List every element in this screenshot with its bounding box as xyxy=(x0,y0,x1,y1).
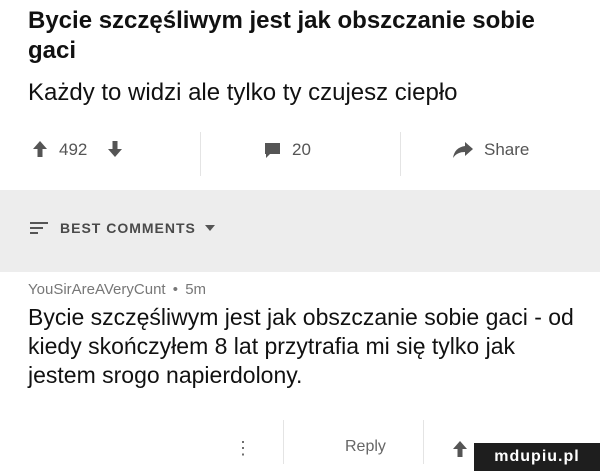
comment-meta: YouSirAreAVeryCunt • 5m xyxy=(28,281,206,298)
arrow-up-icon xyxy=(453,441,467,457)
share-label: Share xyxy=(484,140,530,159)
sort-lines-icon xyxy=(30,222,48,234)
downvote-button[interactable] xyxy=(107,140,123,158)
post-action-bar: 492 20 Share xyxy=(0,122,600,182)
meta-separator: • xyxy=(172,281,179,298)
post-subtitle: Każdy to widzi ale tylko ty czujesz ciep… xyxy=(28,79,458,106)
vote-count: 492 xyxy=(59,140,88,159)
action-divider xyxy=(200,132,201,176)
share-button[interactable]: Share xyxy=(452,140,529,160)
comment-upvote-button[interactable] xyxy=(452,440,468,463)
reply-button[interactable]: Reply xyxy=(345,438,386,456)
comment-text: Bycie szczęśliwym jest jak obszczanie so… xyxy=(28,304,574,388)
sort-dropdown[interactable]: BEST COMMENTS xyxy=(30,220,215,236)
watermark-text: mdupiu.pl xyxy=(494,448,580,465)
site-watermark: mdupiu.pl xyxy=(474,443,600,471)
post-title: Bycie szczęśliwym jest jak obszczanie so… xyxy=(28,7,535,64)
share-icon xyxy=(453,142,473,158)
comments-sort-bar: BEST COMMENTS xyxy=(0,190,600,272)
arrow-up-icon xyxy=(33,141,47,157)
comment-author[interactable]: YouSirAreAVeryCunt xyxy=(28,281,166,298)
upvote-button[interactable] xyxy=(32,140,48,158)
sort-label: BEST COMMENTS xyxy=(60,220,196,236)
comments-button[interactable]: 20 xyxy=(264,140,311,160)
comment-age: 5m xyxy=(185,281,207,298)
caret-down-icon xyxy=(204,225,215,231)
comment-icon xyxy=(265,142,280,158)
reply-divider xyxy=(283,420,284,464)
more-options-button[interactable]: ⋮ xyxy=(234,438,252,459)
comment-count: 20 xyxy=(292,140,311,159)
reply-divider xyxy=(423,420,424,464)
arrow-down-icon xyxy=(108,141,122,157)
action-divider xyxy=(400,132,401,176)
